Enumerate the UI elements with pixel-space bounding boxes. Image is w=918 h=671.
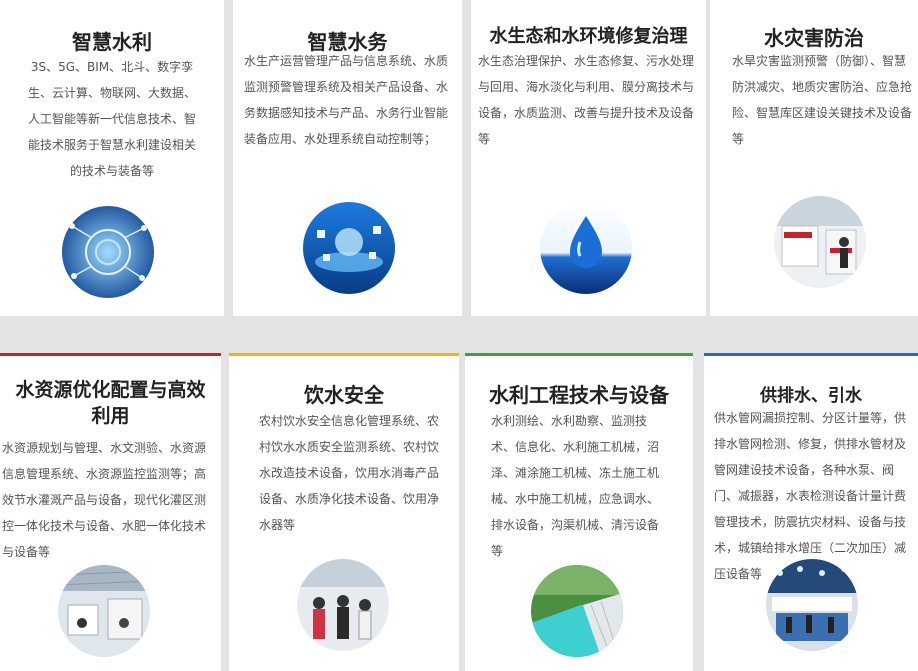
card-title: 饮水安全 — [304, 383, 384, 407]
card-water-supply-drainage[interactable]: 供排水、引水 供水管网漏损控制、分区计量等，供排水管网检测、修复，供排水管材及管… — [704, 353, 918, 671]
accent-bar — [465, 353, 693, 356]
card-description: 水生产运营管理产品与信息系统、水质监测预警管理系统及相关产品设备、水务数据感知技… — [244, 54, 449, 146]
card-description: 水利测绘、水利勘察、监测技术、信息化、水利施工机械，沼泽、滩涂施工机械、冻土施工… — [491, 414, 660, 558]
card-description: 农村饮水安全信息化管理系统、农村饮水水质安全监测系统、农村饮水改造技术设备，饮用… — [259, 414, 440, 532]
smart-water-image — [303, 202, 395, 294]
card-title: 供排水、引水 — [760, 386, 862, 406]
card-title: 水资源优化配置与高效利用 — [15, 379, 206, 427]
card-title: 水生态和水环境修复治理 — [489, 26, 688, 47]
water-drop-image — [540, 202, 632, 294]
card-water-disaster-prevention[interactable]: 水灾害防治 水旱灾害监测预警（防御）、智慧防洪减灾、地质灾害防治、应急抢险、智慧… — [710, 0, 918, 316]
accent-bar — [704, 353, 918, 356]
card-water-engineering[interactable]: 水利工程技术与设备 水利测绘、水利勘察、监测技术、信息化、水利施工机械，沼泽、滩… — [465, 353, 693, 671]
card-drinking-water-safety[interactable]: 饮水安全 农村饮水安全信息化管理系统、农村饮水水质安全监测系统、农村饮水改造技术… — [229, 353, 459, 671]
card-description: 水生态治理保护、水生态修复、污水处理与回用、海水淡化与利用、膜分离技术与设备，水… — [478, 54, 695, 146]
exhibition-booth-image — [774, 196, 866, 288]
card-title: 水灾害防治 — [764, 26, 864, 50]
accent-bar — [0, 353, 221, 356]
card-smart-water-affairs[interactable]: 智慧水务 水生产运营管理产品与信息系统、水质监测预警管理系统及相关产品设备、水务… — [233, 0, 462, 316]
card-title: 智慧水利 — [72, 30, 152, 54]
exhibition-hall-image — [58, 565, 150, 657]
visitors-image — [297, 559, 389, 651]
card-description: 水旱灾害监测预警（防御）、智慧防洪减灾、地质灾害防治、应急抢险、智慧库区建设关键… — [732, 54, 913, 146]
data-network-image — [62, 206, 154, 298]
card-water-resource-allocation[interactable]: 水资源优化配置与高效利用 水资源规划与管理、水文测验、水资源信息管理系统、水资源… — [0, 353, 221, 671]
accent-bar — [229, 353, 459, 356]
dam-image — [531, 565, 623, 657]
card-description: 3S、5G、BIM、北斗、数字孪生、云计算、物联网、大数据、人工智能等新一代信息… — [27, 60, 196, 178]
card-smart-water-conservancy[interactable]: 智慧水利 3S、5G、BIM、北斗、数字孪生、云计算、物联网、大数据、人工智能等… — [0, 0, 224, 316]
card-water-ecology-restoration[interactable]: 水生态和水环境修复治理 水生态治理保护、水生态修复、污水处理与回用、海水淡化与利… — [471, 0, 706, 316]
card-description: 水资源规划与管理、水文测验、水资源信息管理系统、水资源监控监测等；高效节水灌溉产… — [2, 441, 207, 559]
exhibition-stand-image — [766, 559, 858, 651]
card-title: 水利工程技术与设备 — [489, 383, 669, 407]
